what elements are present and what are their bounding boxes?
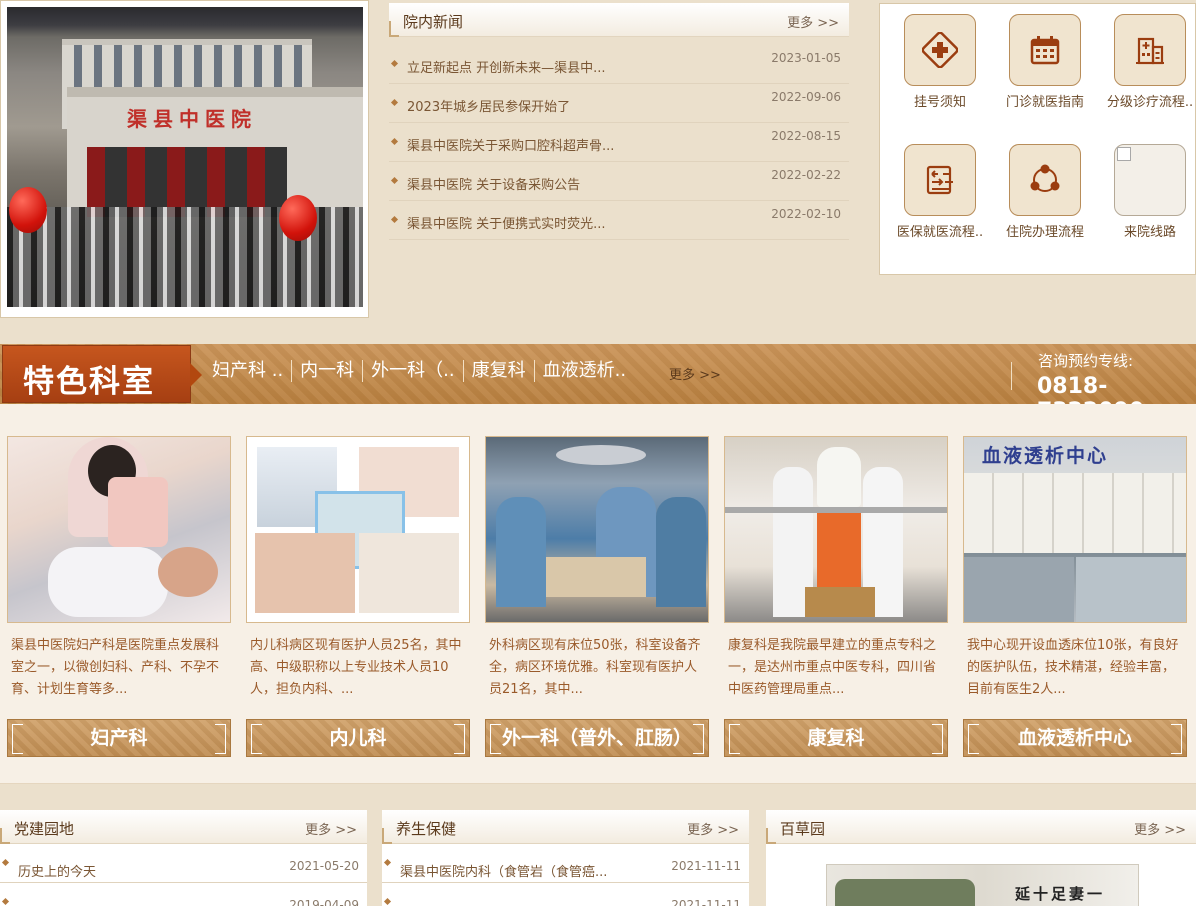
calendar-icon[interactable] [1009, 14, 1081, 86]
department-photo[interactable] [724, 436, 948, 623]
herbs-more-link[interactable]: 更多 >> [1134, 819, 1186, 838]
department-button-obstetrics[interactable]: 妇产科 [7, 719, 231, 757]
department-card-surgery: 外科病区现有床位50张，科室设备齐全，病区环境优雅。科室现有医护人员21名，其中… [485, 436, 709, 757]
list-item[interactable]: 2021-11-11 [382, 883, 749, 906]
health-more-link[interactable]: 更多 >> [687, 819, 739, 838]
balloon-right [279, 195, 317, 241]
bullet-icon [390, 98, 399, 107]
bullet-icon [390, 215, 399, 224]
tab-surgery-1[interactable]: 外一科（.. [363, 360, 464, 382]
department-button-internal-pediatrics[interactable]: 内儿科 [246, 719, 470, 757]
balloon-left [9, 187, 47, 233]
party-building-panel: 党建园地 更多 >> 历史上的今天 2021-05-20 2019-04-09 [0, 810, 367, 906]
dialysis-sign: 血液透析中心 [982, 445, 1109, 467]
list-item[interactable]: 渠县中医院内科（食管岩（食管癌... 2021-11-11 [382, 844, 749, 883]
service-outpatient-guide[interactable]: 门诊就医指南 [997, 14, 1093, 111]
hospital-news-panel: 院内新闻 更多 >> 立足新起点 开创新未来—渠县中... 2023-01-05 … [389, 3, 849, 240]
arrow-right-icon [190, 363, 202, 387]
bullet-icon [1, 897, 10, 906]
checklist-icon[interactable] [904, 144, 976, 216]
service-directions[interactable]: 来院线路 [1102, 144, 1196, 241]
department-card-rehabilitation: 康复科是我院最早建立的重点专科之一，是达州市重点中医专科，四川省中医药管理局重点… [724, 436, 948, 757]
herb-garden-panel: 百草园 更多 >> 延十足妻一 [766, 810, 1196, 906]
service-registration[interactable]: 挂号须知 [892, 14, 988, 111]
featured-departments-bar: 特色科室 妇产科 .. 内一科 外一科（.. 康复科 血液透析.. 更多 >> … [0, 344, 1196, 424]
herbs-title: 百草园 [780, 820, 826, 838]
tab-internal-medicine-1[interactable]: 内一科 [292, 360, 364, 382]
department-cards-area: 渠县中医院妇产科是医院重点发展科室之一，以微创妇科、产科、不孕不育、计划生育等多… [0, 404, 1196, 784]
news-item[interactable]: 渠县中医院关于采购口腔科超声骨... 2022-08-15 [389, 123, 849, 162]
news-more-link[interactable]: 更多 >> [787, 12, 839, 31]
news-header: 院内新闻 更多 >> [389, 3, 849, 37]
tab-hemodialysis[interactable]: 血液透析.. [535, 360, 634, 382]
bullet-icon [390, 137, 399, 146]
department-photo[interactable]: 血液透析中心 [963, 436, 1187, 623]
hotline-label: 咨询预约专线: [1038, 352, 1134, 370]
section-title: 特色科室 [23, 364, 155, 400]
bullet-icon [1, 858, 10, 867]
bullet-icon [383, 858, 392, 867]
hospital-photo[interactable]: 渠县中医院 [0, 0, 369, 318]
list-item[interactable]: 历史上的今天 2021-05-20 [0, 844, 367, 883]
health-care-panel: 养生保健 更多 >> 渠县中医院内科（食管岩（食管癌... 2021-11-11 … [382, 810, 749, 906]
news-item[interactable]: 2023年城乡居民参保开始了 2022-09-06 [389, 84, 849, 123]
department-card-obstetrics: 渠县中医院妇产科是医院重点发展科室之一，以微创妇科、产科、不孕不育、计划生育等多… [7, 436, 231, 757]
departments-more-link[interactable]: 更多 >> [669, 364, 721, 383]
list-item[interactable]: 2019-04-09 [0, 883, 367, 906]
medical-cross-icon[interactable] [904, 14, 976, 86]
broken-image-icon[interactable] [1114, 144, 1186, 216]
hospital-gate-image: 渠县中医院 [7, 7, 363, 307]
herb-image[interactable]: 延十足妻一 [826, 864, 1139, 906]
party-list: 历史上的今天 2021-05-20 2019-04-09 [0, 844, 367, 906]
featured-departments-label: 特色科室 [2, 345, 202, 403]
herb-image-text: 延十足妻一 [1015, 885, 1106, 903]
flow-cycle-icon[interactable] [1009, 144, 1081, 216]
department-photo[interactable] [246, 436, 470, 623]
news-item[interactable]: 渠县中医院 关于便携式实时荧光... 2022-02-10 [389, 201, 849, 240]
department-photo[interactable] [7, 436, 231, 623]
health-title: 养生保健 [396, 820, 457, 838]
tab-obstetrics[interactable]: 妇产科 .. [204, 360, 293, 382]
department-tabs: 妇产科 .. 内一科 外一科（.. 康复科 血液透析.. [204, 360, 634, 382]
department-button-hemodialysis[interactable]: 血液透析中心 [963, 719, 1187, 757]
party-title: 党建园地 [14, 820, 75, 838]
hospital-sign: 渠县中医院 [127, 107, 257, 131]
department-button-surgery[interactable]: 外一科（普外、肛肠） [485, 719, 709, 757]
hospital-building-icon[interactable] [1114, 14, 1186, 86]
news-item[interactable]: 渠县中医院 关于设备采购公告 2022-02-22 [389, 162, 849, 201]
department-card-internal-pediatrics: 内儿科病区现有医护人员25名，其中高、中级职称以上专业技术人员10人，担负内科、… [246, 436, 470, 757]
health-list: 渠县中医院内科（食管岩（食管癌... 2021-11-11 2021-11-11 [382, 844, 749, 906]
tab-rehabilitation[interactable]: 康复科 [464, 360, 535, 382]
news-list: 立足新起点 开创新未来—渠县中... 2023-01-05 2023年城乡居民参保… [389, 45, 849, 240]
department-photo[interactable] [485, 436, 709, 623]
divider [1011, 362, 1012, 390]
party-more-link[interactable]: 更多 >> [305, 819, 357, 838]
quick-services-panel: 挂号须知 门诊就医指南 分级诊疗流程.. 医保就医流程.. 住院办理流程 来院线… [879, 3, 1196, 275]
department-button-rehabilitation[interactable]: 康复科 [724, 719, 948, 757]
news-item[interactable]: 立足新起点 开创新未来—渠县中... 2023-01-05 [389, 45, 849, 84]
news-title: 院内新闻 [403, 13, 464, 31]
service-admission-process[interactable]: 住院办理流程 [997, 144, 1093, 241]
service-insurance-process[interactable]: 医保就医流程.. [892, 144, 988, 241]
bullet-icon [390, 59, 399, 68]
bullet-icon [390, 176, 399, 185]
service-tiered-diagnosis[interactable]: 分级诊疗流程.. [1102, 14, 1196, 111]
department-card-hemodialysis: 血液透析中心 我中心现开设血透床位10张，有良好的医护队伍，技术精湛，经验丰富，… [963, 436, 1187, 757]
bullet-icon [383, 897, 392, 906]
